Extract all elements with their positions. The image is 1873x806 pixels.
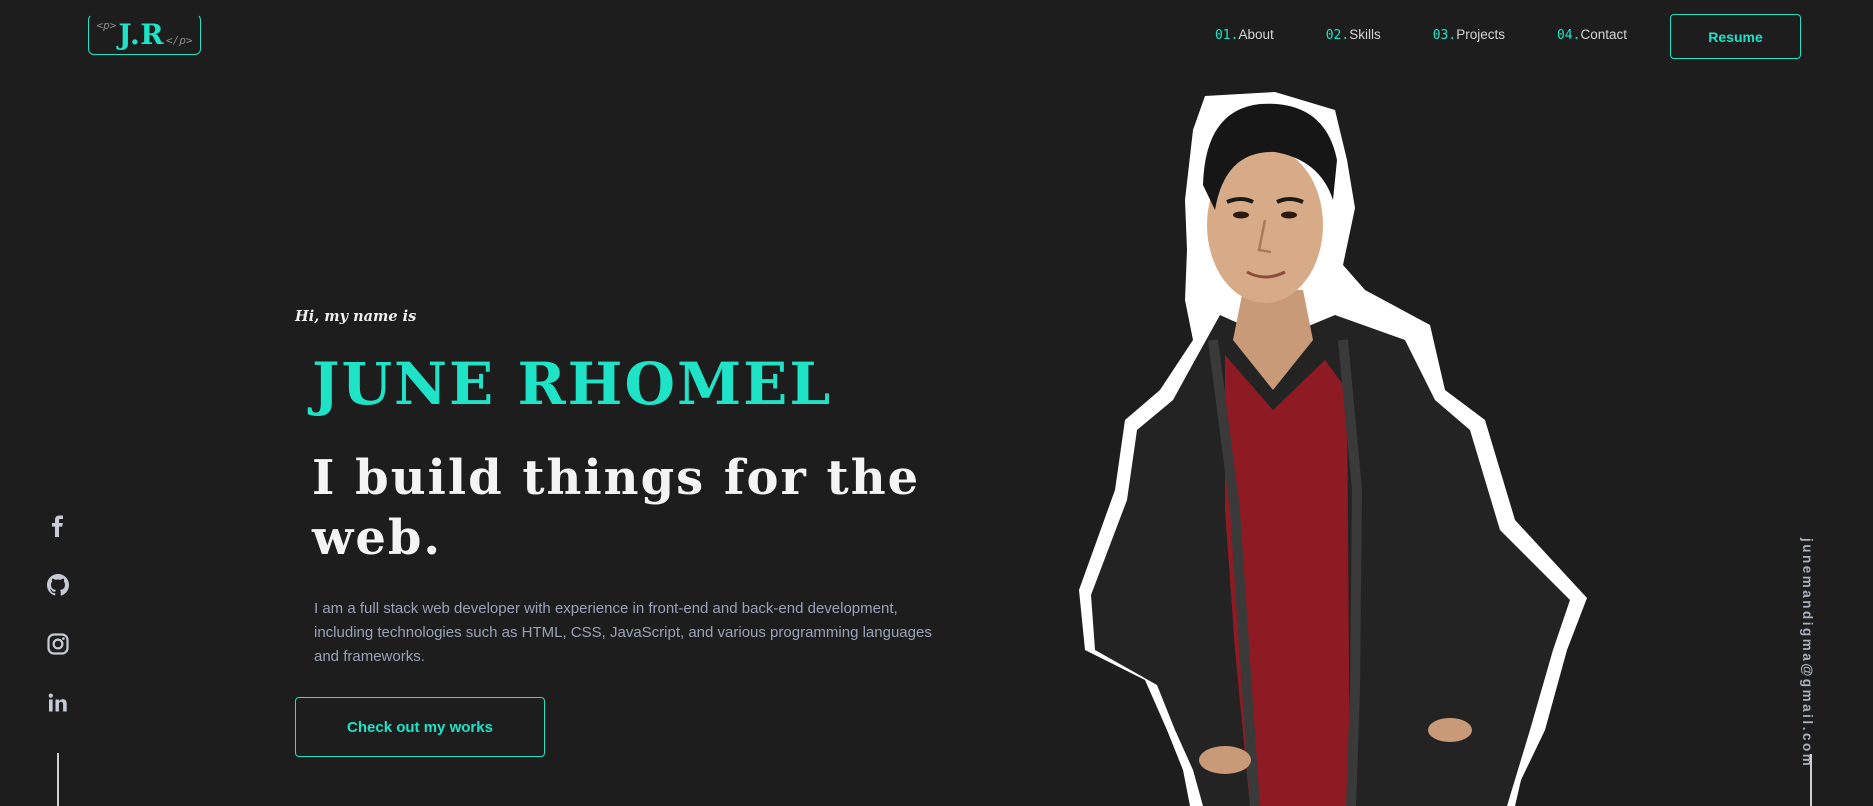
nav-number: 04. — [1556, 28, 1581, 43]
nav-label: Contact — [1580, 27, 1627, 42]
logo-mark: J.R — [118, 18, 164, 51]
nav-number: 03. — [1432, 28, 1457, 43]
linkedin-icon[interactable] — [44, 689, 72, 717]
hero-name: JUNE RHOMEL — [312, 350, 833, 418]
logo-close-tag: </p> — [165, 34, 193, 47]
hero-greeting: Hi, my name is — [295, 308, 417, 325]
resume-button[interactable]: Resume — [1670, 14, 1801, 59]
nav-link-about[interactable]: 01.About — [1215, 27, 1274, 43]
hero-tagline: I build things for the web. — [312, 450, 921, 566]
hero-bio: I am a full stack web developer with exp… — [314, 600, 932, 665]
main-nav: 01.About 02.Skills 03.Projects 04.Contac… — [1163, 27, 1627, 43]
nav-link-skills[interactable]: 02.Skills — [1326, 27, 1381, 43]
profile-photo — [1079, 92, 1587, 806]
nav-label: Skills — [1349, 27, 1381, 42]
nav-link-projects[interactable]: 03.Projects — [1433, 27, 1505, 43]
logo-open-tag: <p> — [96, 19, 117, 32]
left-divider-line — [57, 753, 59, 806]
check-out-works-button[interactable]: Check out my works — [295, 697, 545, 757]
nav-link-contact[interactable]: 04.Contact — [1557, 27, 1627, 43]
nav-label: Projects — [1456, 27, 1505, 42]
instagram-icon[interactable] — [44, 630, 72, 658]
nav-number: 01. — [1214, 28, 1239, 43]
right-divider-line — [1810, 754, 1812, 806]
nav-number: 02. — [1325, 28, 1350, 43]
email-link[interactable]: junemandigma@gmail.com — [1800, 538, 1815, 768]
facebook-icon[interactable] — [44, 512, 72, 540]
github-icon[interactable] — [44, 571, 72, 599]
site-logo[interactable]: <p> J.R </p> — [88, 14, 201, 55]
nav-label: About — [1238, 27, 1274, 42]
social-links — [44, 512, 72, 748]
